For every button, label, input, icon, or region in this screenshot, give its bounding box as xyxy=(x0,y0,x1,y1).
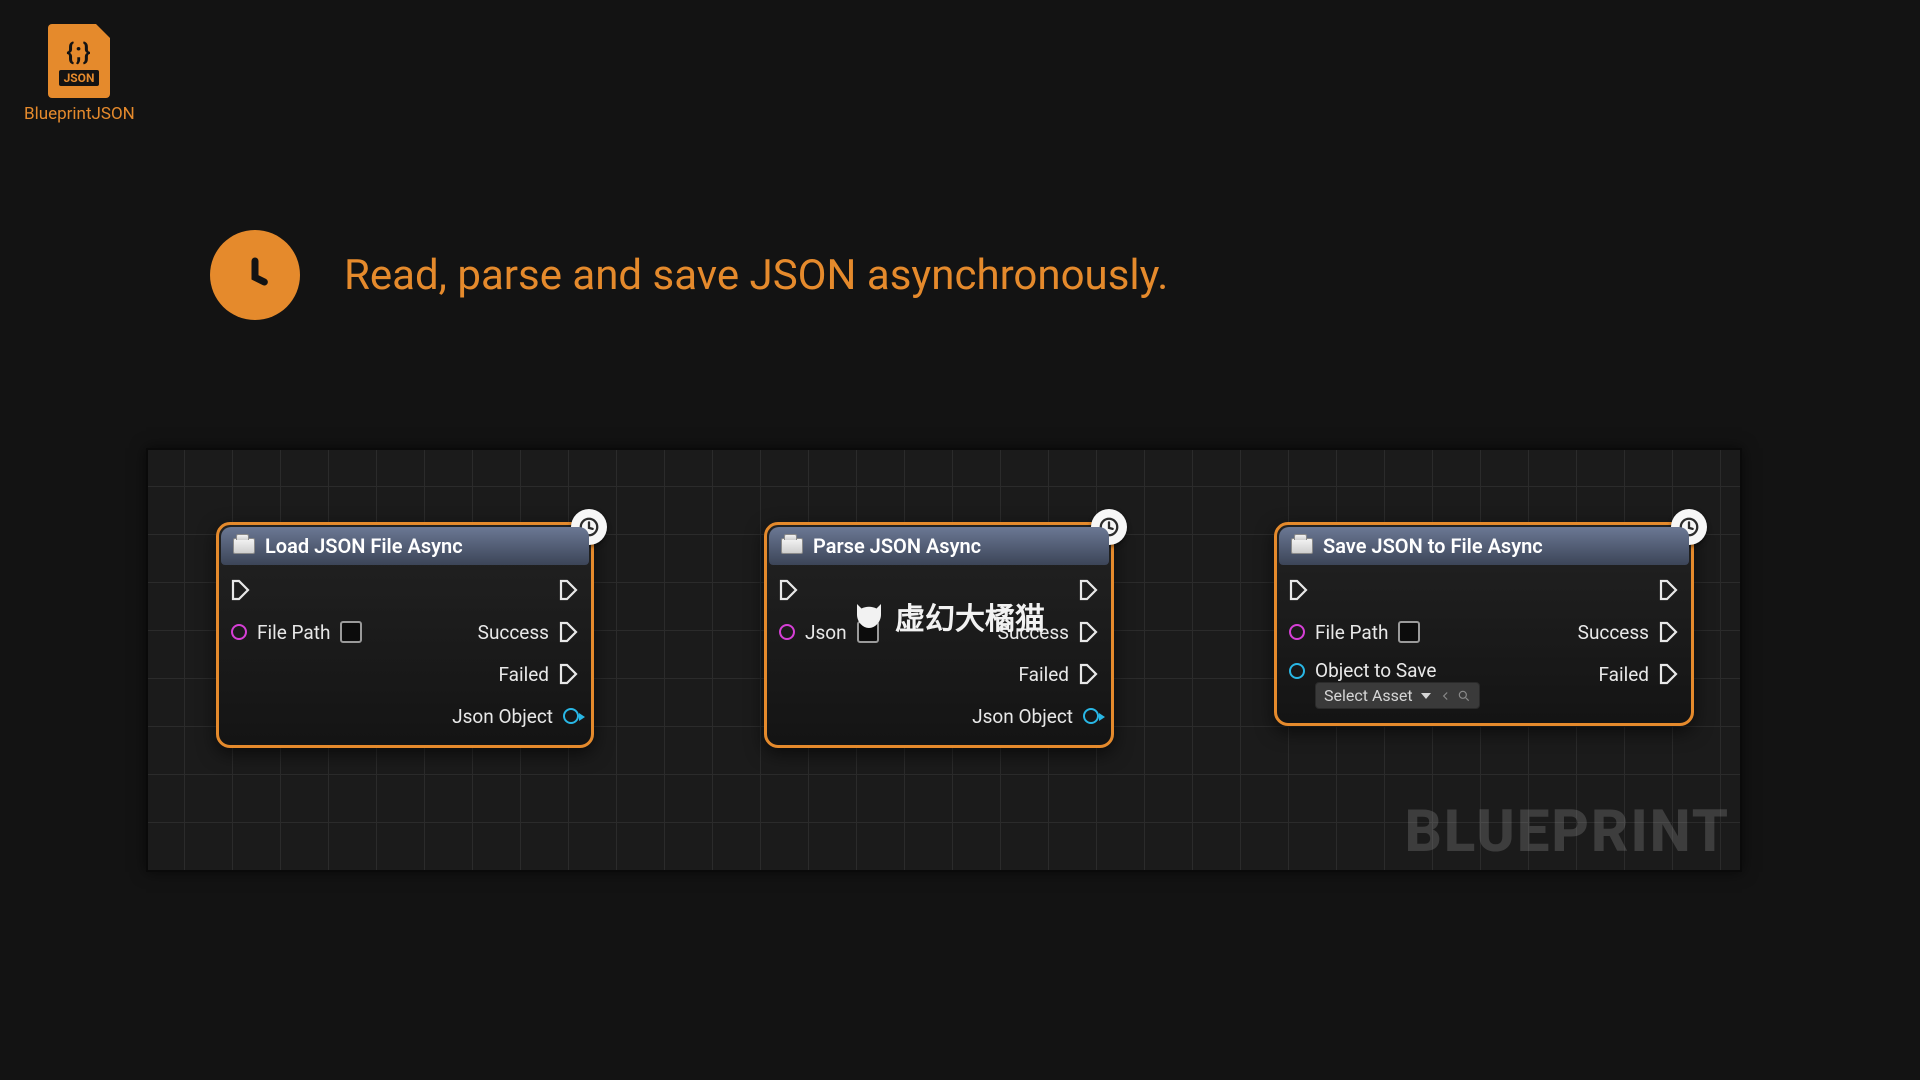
pin-label: Failed xyxy=(1598,663,1649,686)
pin-label: Json Object xyxy=(972,705,1073,728)
asset-picker-tools[interactable] xyxy=(1439,689,1471,703)
pin-label: File Path xyxy=(257,621,330,644)
data-pin-icon xyxy=(1083,708,1099,724)
json-tag: JSON xyxy=(59,70,100,86)
pin-label: File Path xyxy=(1315,621,1388,644)
input-file-path[interactable]: File Path xyxy=(1289,617,1480,647)
pin-label: Success xyxy=(998,621,1069,644)
braces-glyph: {;} xyxy=(66,38,91,66)
input-json[interactable]: Json xyxy=(779,617,879,647)
data-pin-icon xyxy=(563,708,579,724)
blueprint-watermark: BLUEPRINT xyxy=(1405,798,1730,866)
exec-out-pin[interactable] xyxy=(1079,575,1099,605)
desktop-file-label: BlueprintJSON xyxy=(24,104,134,124)
bp-node-save-json[interactable]: Save JSON to File Async File Path Object… xyxy=(1274,522,1694,726)
exec-out-pin[interactable] xyxy=(1659,575,1679,605)
exec-out-failed[interactable]: Failed xyxy=(1598,659,1679,689)
headline-row: Read, parse and save JSON asynchronously… xyxy=(210,230,1168,320)
pin-textbox[interactable] xyxy=(857,621,879,643)
exec-in-pin[interactable] xyxy=(779,575,879,605)
function-icon xyxy=(781,538,803,554)
pin-label: Json Object xyxy=(452,705,553,728)
bp-node-parse-json[interactable]: Parse JSON Async Json Success Failed Jso… xyxy=(764,522,1114,748)
exec-out-failed[interactable]: Failed xyxy=(1018,659,1099,689)
input-file-path[interactable]: File Path xyxy=(231,617,362,647)
exec-out-success[interactable]: Success xyxy=(478,617,579,647)
asset-picker[interactable]: Select Asset xyxy=(1315,682,1480,709)
bp-node-load-json[interactable]: Load JSON File Async File Path Success F… xyxy=(216,522,594,748)
data-pin-icon xyxy=(1289,663,1305,679)
node-header[interactable]: Parse JSON Async xyxy=(769,527,1109,565)
output-json-object[interactable]: Json Object xyxy=(972,701,1099,731)
pin-label: Json xyxy=(805,621,847,644)
pin-label: Object to Save xyxy=(1315,659,1480,682)
node-header[interactable]: Save JSON to File Async xyxy=(1279,527,1689,565)
pin-label: Failed xyxy=(1018,663,1069,686)
clock-icon xyxy=(210,230,300,320)
pin-textbox[interactable] xyxy=(1398,621,1420,643)
arrow-left-icon xyxy=(1439,689,1453,703)
exec-in-pin[interactable] xyxy=(1289,575,1480,605)
function-icon xyxy=(1291,538,1313,554)
chevron-down-icon xyxy=(1421,693,1431,699)
pin-textbox[interactable] xyxy=(340,621,362,643)
exec-out-success[interactable]: Success xyxy=(998,617,1099,647)
exec-in-pin[interactable] xyxy=(231,575,362,605)
asset-picker-label: Select Asset xyxy=(1324,686,1413,705)
node-header[interactable]: Load JSON File Async xyxy=(221,527,589,565)
exec-out-pin[interactable] xyxy=(559,575,579,605)
headline-text: Read, parse and save JSON asynchronously… xyxy=(344,251,1168,300)
input-object-to-save[interactable]: Object to Save Select Asset xyxy=(1289,659,1480,709)
data-pin-icon xyxy=(779,624,795,640)
function-icon xyxy=(233,538,255,554)
pin-label: Success xyxy=(1578,621,1649,644)
search-icon xyxy=(1457,689,1471,703)
blueprint-canvas[interactable]: 虚幻大橘猫 Load JSON File Async File Path Suc… xyxy=(146,448,1742,872)
node-title: Save JSON to File Async xyxy=(1323,534,1543,558)
data-pin-icon xyxy=(231,624,247,640)
node-title: Parse JSON Async xyxy=(813,534,981,558)
output-json-object[interactable]: Json Object xyxy=(452,701,579,731)
data-pin-icon xyxy=(1289,624,1305,640)
desktop-file-icon[interactable]: {;} JSON BlueprintJSON xyxy=(24,24,134,124)
node-title: Load JSON File Async xyxy=(265,534,463,558)
exec-out-failed[interactable]: Failed xyxy=(498,659,579,689)
pin-label: Success xyxy=(478,621,549,644)
exec-out-success[interactable]: Success xyxy=(1578,617,1679,647)
pin-label: Failed xyxy=(498,663,549,686)
json-file-icon: {;} JSON xyxy=(48,24,110,98)
